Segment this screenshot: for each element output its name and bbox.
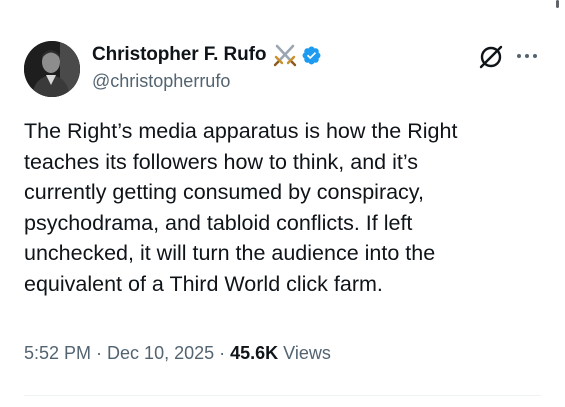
more-options-icon[interactable] [516,52,538,60]
tweet-text-line: teaches its followers how to think, and … [24,149,418,174]
tweet-text-line: The Right’s media apparatus is how the R… [24,119,458,143]
tweet-text-line: currently getting consumed by conspiracy… [24,180,424,204]
author-display-name[interactable]: Christopher F. Rufo [92,44,266,66]
verified-check-icon[interactable] [301,45,322,66]
meta-separator: · [219,343,226,363]
grok-icon[interactable] [478,44,504,70]
views-label: Views [283,343,331,363]
views-count[interactable]: 45.6K [230,343,278,364]
avatar-photo [24,41,80,97]
tweet-date[interactable]: Dec 10, 2025 [107,343,214,364]
tweet-meta: 5:52 PM · Dec 10, 2025 · 45.6K Views [24,343,331,364]
author-name-row: Christopher F. Rufo [92,41,322,69]
scrollbar-thumb[interactable] [556,0,559,8]
divider [24,395,541,396]
tweet-text: The Right’s media apparatus is how the R… [24,116,544,299]
tweet-text-line: unchecked, it will turn the audience int… [24,241,436,265]
tweet-time[interactable]: 5:52 PM [24,343,91,364]
avatar[interactable] [24,41,80,97]
meta-separator: · [96,343,103,363]
crossed-swords-icon [274,44,297,67]
tweet-text-line: equivalent of a Third World click farm. [24,271,383,296]
author-handle[interactable]: @christopherrufo [92,71,230,92]
tweet-text-line: psychodrama, and tabloid conflicts. If l… [24,210,413,235]
